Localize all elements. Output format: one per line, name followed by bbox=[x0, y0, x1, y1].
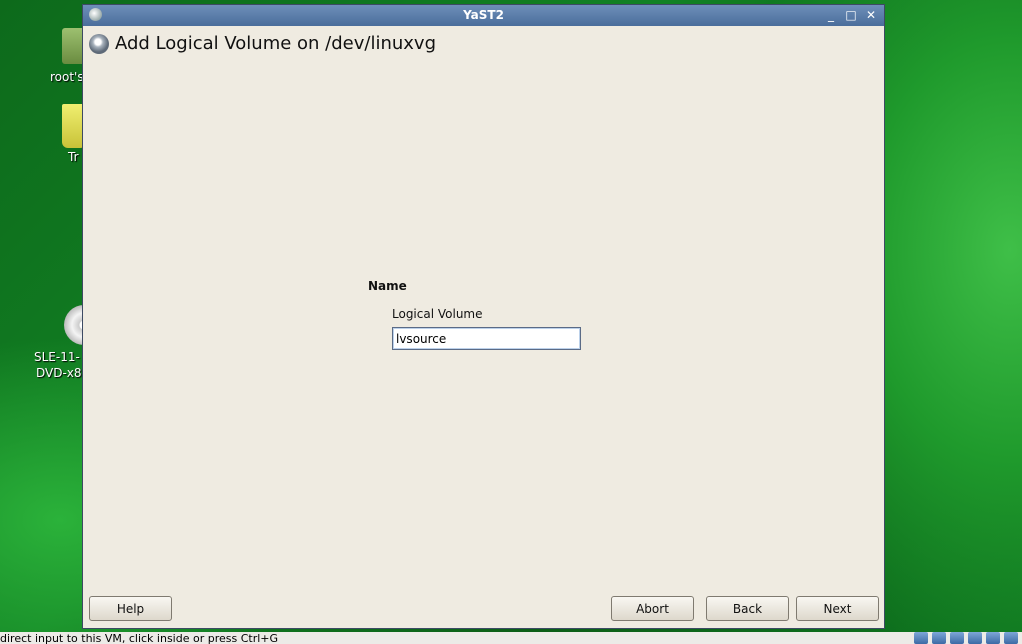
desktop-icon-dvd-label[interactable]: SLE-11- bbox=[34, 350, 80, 364]
yast-icon[interactable] bbox=[89, 8, 102, 21]
help-button[interactable]: Help bbox=[89, 596, 172, 621]
window-controls: _ □ ✕ bbox=[824, 5, 878, 26]
dialog-title: Add Logical Volume on /dev/linuxvg bbox=[115, 33, 437, 54]
name-section-label: Name bbox=[368, 279, 407, 293]
logical-volume-input[interactable] bbox=[392, 327, 581, 350]
abort-button[interactable]: Abort bbox=[611, 596, 694, 621]
device-icon[interactable] bbox=[986, 632, 1000, 644]
vm-status-bar: direct input to this VM, click inside or… bbox=[0, 632, 1022, 644]
desktop-icon-dvd-label-2[interactable]: DVD-x8 bbox=[36, 366, 82, 380]
logical-volume-label: Logical Volume bbox=[392, 307, 483, 321]
desktop-icon-trash-label[interactable]: Tr bbox=[68, 150, 79, 164]
device-icon[interactable] bbox=[932, 632, 946, 644]
window-titlebar[interactable]: YaST2 _ □ ✕ bbox=[83, 5, 884, 26]
device-icon[interactable] bbox=[1004, 632, 1018, 644]
maximize-icon[interactable]: □ bbox=[844, 5, 858, 26]
desktop-icon-home-label[interactable]: root's bbox=[50, 70, 84, 84]
yast-window: YaST2 _ □ ✕ Add Logical Volume on /dev/l… bbox=[82, 4, 885, 629]
next-button[interactable]: Next bbox=[796, 596, 879, 621]
back-button[interactable]: Back bbox=[706, 596, 789, 621]
status-icons bbox=[914, 632, 1018, 644]
close-icon[interactable]: ✕ bbox=[864, 5, 878, 26]
device-icon[interactable] bbox=[950, 632, 964, 644]
minimize-icon[interactable]: _ bbox=[824, 5, 838, 26]
dialog-header: Add Logical Volume on /dev/linuxvg bbox=[89, 33, 436, 54]
device-icon[interactable] bbox=[968, 632, 982, 644]
device-icon[interactable] bbox=[914, 632, 928, 644]
status-message: direct input to this VM, click inside or… bbox=[0, 632, 279, 644]
window-title: YaST2 bbox=[463, 8, 504, 22]
disk-icon bbox=[89, 33, 109, 54]
